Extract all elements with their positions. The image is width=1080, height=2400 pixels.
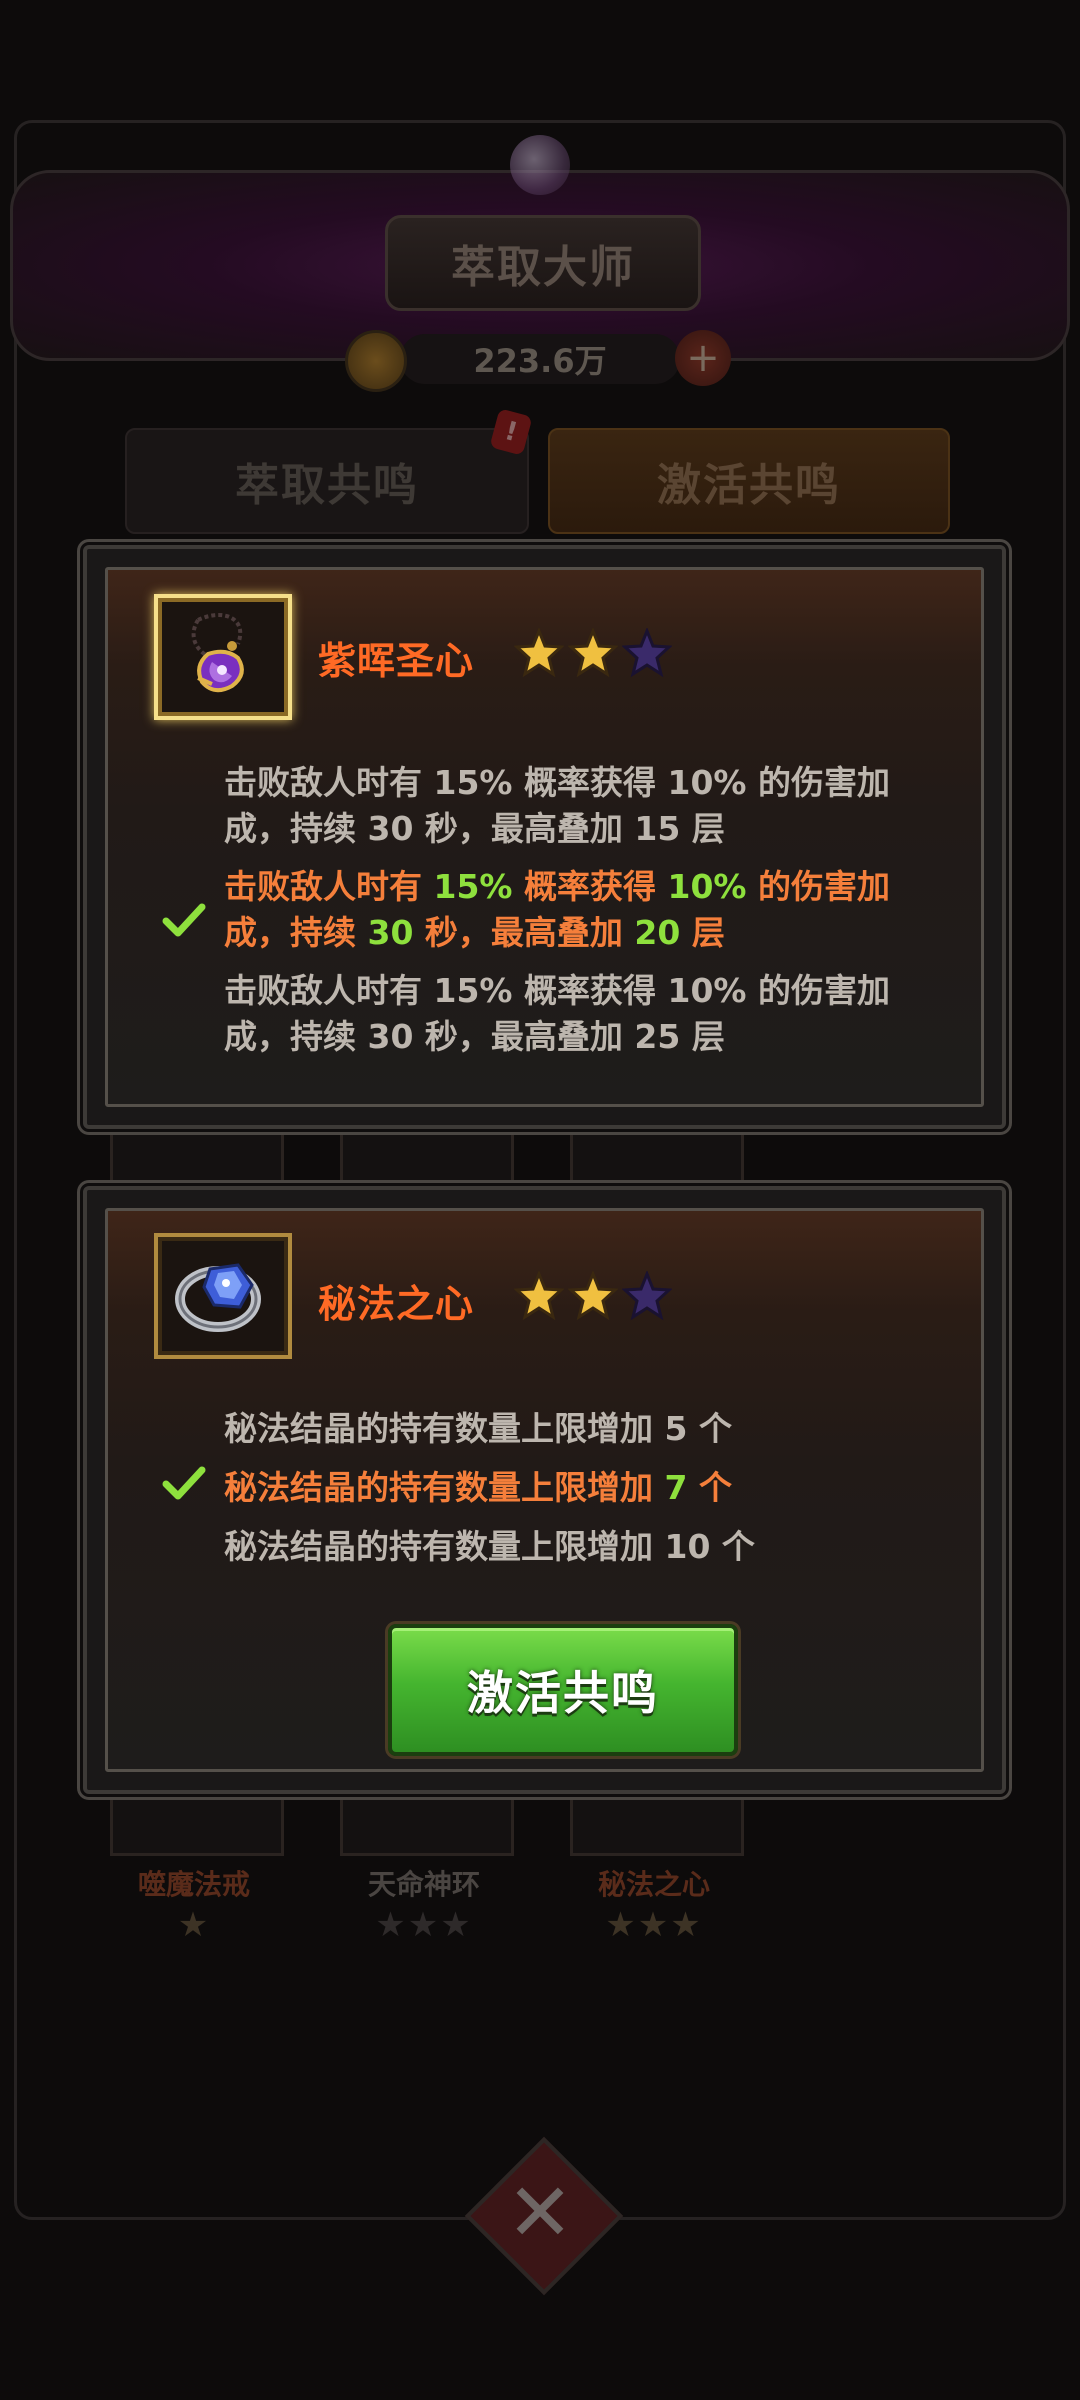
close-icon: ✕ (506, 2165, 574, 2259)
effect-tier-1: 击败敌人时有 15% 概率获得 10% 的伤害加成，持续 30 秒，最高叠加 1… (224, 763, 890, 848)
item-stars: ★ (177, 1905, 211, 1945)
coin-icon (345, 330, 407, 392)
tab-activate-resonance[interactable]: 激活共鸣 (548, 428, 950, 534)
item-icon-frame[interactable] (154, 594, 292, 720)
card-panel: 秘法之心 秘法结晶的持有数量上限增加 5 个 秘法结晶的持有数量上限增加 7 个… (105, 1208, 984, 1772)
effect-tier-2-active: 击败敌人时有 15% 概率获得 10% 的伤害加成，持续 30 秒，最高叠加 2… (224, 867, 890, 952)
ring-icon (175, 1263, 261, 1332)
star-filled-icon (514, 1271, 564, 1321)
item-name: 噬魔法戒 (137, 1868, 250, 1901)
star-filled-icon (568, 1271, 618, 1321)
plus-icon: + (686, 335, 720, 381)
item-title: 紫晖圣心 (318, 639, 475, 683)
amulet-icon (191, 612, 244, 693)
star-empty-icon (622, 628, 672, 678)
check-icon (162, 903, 206, 937)
item-stars: ★★★ (375, 1905, 473, 1945)
page-title: 萃取大师 (385, 215, 701, 311)
orb-icon (510, 135, 570, 195)
resonance-card-ring: 秘法之心 秘法结晶的持有数量上限增加 5 个 秘法结晶的持有数量上限增加 7 个… (83, 1186, 1006, 1794)
tab-extract-resonance[interactable]: 萃取共鸣 (125, 428, 529, 534)
effect-tier-3: 秘法结晶的持有数量上限增加 10 个 (224, 1527, 755, 1566)
effect-tier-2-active: 秘法结晶的持有数量上限增加 7 个 (224, 1468, 732, 1507)
check-icon (162, 1466, 206, 1500)
effect-tier-3: 击败敌人时有 15% 概率获得 10% 的伤害加成，持续 30 秒，最高叠加 2… (224, 971, 890, 1056)
star-rating (514, 1271, 672, 1321)
activate-resonance-button[interactable]: 激活共鸣 (388, 1624, 738, 1756)
item-name: 秘法之心 (597, 1868, 710, 1901)
item-name: 天命神环 (367, 1868, 480, 1901)
star-empty-icon (622, 1271, 672, 1321)
add-currency-button[interactable]: + (675, 330, 731, 386)
star-filled-icon (514, 628, 564, 678)
star-filled-icon (568, 628, 618, 678)
item-icon-frame[interactable] (154, 1233, 292, 1359)
star-rating (514, 628, 672, 678)
card-panel: 紫晖圣心 击败敌人时有 15% 概率获得 10% 的伤害加成，持续 30 秒，最… (105, 567, 984, 1107)
item-stars: ★★★ (605, 1905, 703, 1945)
item-title: 秘法之心 (318, 1282, 475, 1326)
resonance-card-amulet: 紫晖圣心 击败敌人时有 15% 概率获得 10% 的伤害加成，持续 30 秒，最… (83, 545, 1006, 1129)
effect-tier-1: 秘法结晶的持有数量上限增加 5 个 (224, 1409, 732, 1448)
currency-amount: 223.6万 (400, 334, 680, 384)
